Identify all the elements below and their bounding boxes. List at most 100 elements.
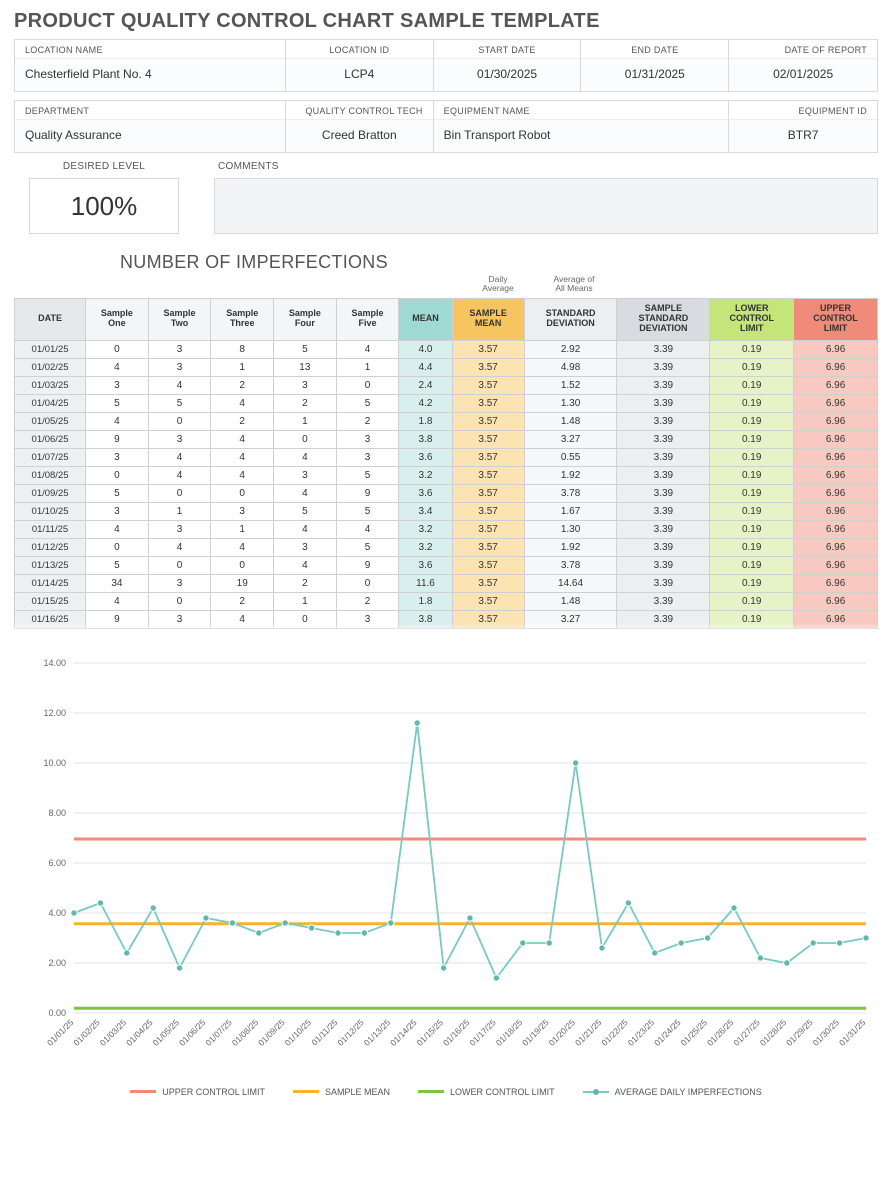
chart-legend: UPPER CONTROL LIMIT SAMPLE MEAN LOWER CO… — [24, 1087, 868, 1097]
cell: 3.39 — [617, 340, 710, 358]
svg-text:01/24/25: 01/24/25 — [652, 1017, 683, 1048]
imperfections-table: DATESampleOneSampleTwoSampleThreeSampleF… — [14, 298, 878, 629]
cell: 4 — [86, 592, 149, 610]
cell: 4.0 — [399, 340, 452, 358]
svg-text:01/01/25: 01/01/25 — [45, 1017, 76, 1048]
cell: 3.57 — [452, 466, 524, 484]
cell: 4.4 — [399, 358, 452, 376]
cell: 3.39 — [617, 466, 710, 484]
cell: 2 — [211, 592, 274, 610]
cell: 3 — [148, 520, 211, 538]
table-row: 01/05/25402121.83.571.483.390.196.96 — [15, 412, 878, 430]
cell: 34 — [86, 574, 149, 592]
svg-text:01/02/25: 01/02/25 — [71, 1017, 102, 1048]
svg-text:01/26/25: 01/26/25 — [705, 1017, 736, 1048]
cell: 4 — [86, 520, 149, 538]
cell: 5 — [336, 538, 399, 556]
table-row: 01/13/25500493.63.573.783.390.196.96 — [15, 556, 878, 574]
cell: 5 — [274, 340, 337, 358]
svg-text:10.00: 10.00 — [43, 758, 66, 768]
cell: 4 — [274, 520, 337, 538]
cell: 3.39 — [617, 502, 710, 520]
cell: 3.2 — [399, 466, 452, 484]
ann-daily: Daily Average — [460, 275, 536, 294]
cell: 3 — [148, 574, 211, 592]
cell: 6.96 — [794, 574, 878, 592]
cell: 4 — [211, 394, 274, 412]
cell: 4 — [211, 466, 274, 484]
cell: 6.96 — [794, 412, 878, 430]
cell: 0 — [148, 412, 211, 430]
cell: 3.39 — [617, 448, 710, 466]
cell: 3.57 — [452, 538, 524, 556]
cell: 3.39 — [617, 430, 710, 448]
cell: 3.57 — [452, 520, 524, 538]
cell: 3.57 — [452, 448, 524, 466]
cell: 0.19 — [710, 592, 794, 610]
legend-sample-mean: SAMPLE MEAN — [293, 1087, 390, 1097]
desired-level-value: 100% — [29, 178, 179, 234]
cell: 3.57 — [452, 358, 524, 376]
table-row: 01/07/25344433.63.570.553.390.196.96 — [15, 448, 878, 466]
cell: 0.19 — [710, 340, 794, 358]
table-row: 01/12/25044353.23.571.923.390.196.96 — [15, 538, 878, 556]
cell: 9 — [336, 556, 399, 574]
svg-text:12.00: 12.00 — [43, 708, 66, 718]
qctech-value: Creed Bratton — [286, 119, 433, 152]
cell: 9 — [336, 484, 399, 502]
cell: 3 — [86, 376, 149, 394]
cell: 01/03/25 — [15, 376, 86, 394]
cell: 1 — [211, 520, 274, 538]
col-1: SampleOne — [86, 298, 149, 340]
cell: 01/14/25 — [15, 574, 86, 592]
cell: 11.6 — [399, 574, 452, 592]
cell: 4 — [211, 448, 274, 466]
cell: 1 — [211, 358, 274, 376]
cell: 9 — [86, 430, 149, 448]
cell: 14.64 — [524, 574, 617, 592]
cell: 2.4 — [399, 376, 452, 394]
svg-text:01/16/25: 01/16/25 — [441, 1017, 472, 1048]
cell: 4 — [148, 538, 211, 556]
end-date-value: 01/31/2025 — [581, 58, 728, 91]
cell: 4 — [211, 538, 274, 556]
cell: 6.96 — [794, 340, 878, 358]
cell: 5 — [86, 484, 149, 502]
cell: 3.57 — [452, 430, 524, 448]
cell: 5 — [336, 502, 399, 520]
cell: 6.96 — [794, 358, 878, 376]
cell: 0.19 — [710, 376, 794, 394]
cell: 5 — [336, 466, 399, 484]
cell: 1 — [148, 502, 211, 520]
cell: 3.27 — [524, 430, 617, 448]
cell: 4 — [148, 466, 211, 484]
cell: 0.19 — [710, 520, 794, 538]
cell: 2 — [274, 574, 337, 592]
cell: 01/02/25 — [15, 358, 86, 376]
cell: 0.19 — [710, 574, 794, 592]
cell: 3 — [336, 430, 399, 448]
loc-name-value: Chesterfield Plant No. 4 — [15, 58, 285, 91]
cell: 4 — [274, 448, 337, 466]
cell: 0 — [211, 484, 274, 502]
cell: 6.96 — [794, 376, 878, 394]
svg-text:01/09/25: 01/09/25 — [256, 1017, 287, 1048]
table-row: 01/06/25934033.83.573.273.390.196.96 — [15, 430, 878, 448]
cell: 0.19 — [710, 556, 794, 574]
cell: 3.39 — [617, 520, 710, 538]
cell: 3.57 — [452, 394, 524, 412]
cell: 1 — [274, 412, 337, 430]
table-row: 01/03/25342302.43.571.523.390.196.96 — [15, 376, 878, 394]
loc-id-value: LCP4 — [286, 58, 433, 91]
cell: 01/05/25 — [15, 412, 86, 430]
svg-text:01/30/25: 01/30/25 — [811, 1017, 842, 1048]
cell: 3.39 — [617, 394, 710, 412]
svg-text:01/04/25: 01/04/25 — [124, 1017, 155, 1048]
comments-box[interactable] — [214, 178, 878, 234]
cell: 1.30 — [524, 520, 617, 538]
svg-text:01/23/25: 01/23/25 — [626, 1017, 657, 1048]
control-chart: 0.002.004.006.008.0010.0012.0014.0001/01… — [24, 653, 868, 1097]
cell: 2 — [336, 592, 399, 610]
cell: 6.96 — [794, 502, 878, 520]
svg-text:01/07/25: 01/07/25 — [203, 1017, 234, 1048]
